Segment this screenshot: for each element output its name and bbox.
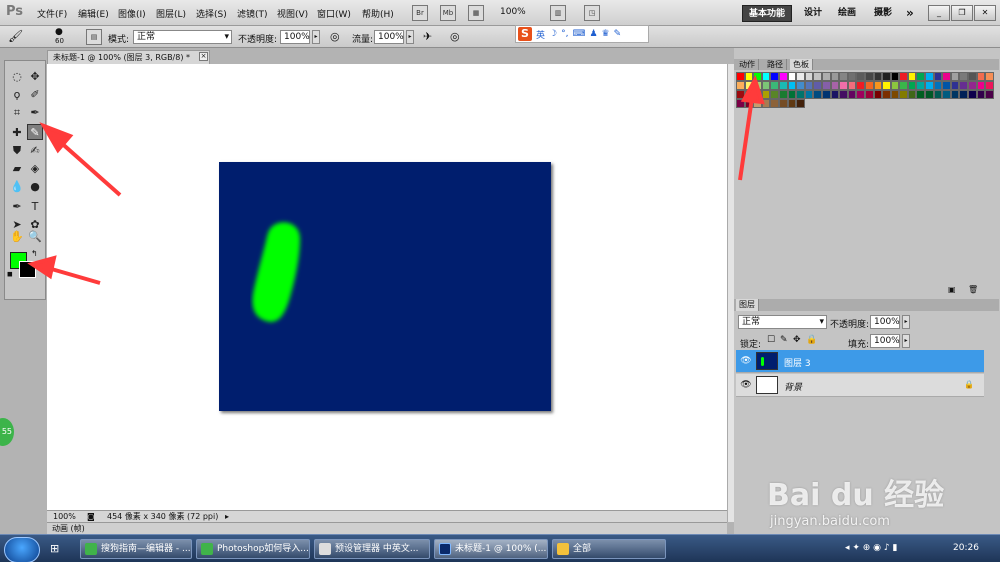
taskbar-label: 未标题-1 @ 100% (... xyxy=(455,544,547,554)
taskbar-item-folder[interactable]: 全部 xyxy=(552,539,666,559)
arrow-to-foreground-color xyxy=(27,255,101,285)
taskbar-label: Photoshop如何导入... xyxy=(217,544,309,554)
taskbar-label: 搜狗指南—编辑器 - ... xyxy=(101,544,191,554)
windows-taskbar: ⊞ 搜狗指南—编辑器 - ... Photoshop如何导入... 预设管理器 … xyxy=(0,534,1000,562)
system-tray-icons[interactable]: ◂ ✦ ⊕ ◉ ♪ ▮ xyxy=(845,543,897,553)
taskbar-item-photoshop-document[interactable]: 未标题-1 @ 100% (... xyxy=(434,539,548,559)
taskbar-item-preset-manager[interactable]: 预设管理器 中英文... xyxy=(314,539,430,559)
arrow-to-brush-tool xyxy=(39,122,122,197)
annotation-arrows xyxy=(27,74,765,285)
taskbar-label: 全部 xyxy=(573,544,592,554)
taskbar-item-editor[interactable]: 搜狗指南—编辑器 - ... xyxy=(80,539,192,559)
taskbar-item-photoshop-guide[interactable]: Photoshop如何导入... xyxy=(196,539,310,559)
show-desktop-icon[interactable]: ⊞ xyxy=(50,542,59,555)
taskbar-clock[interactable]: 20:26 xyxy=(953,543,979,553)
arrow-to-green-swatch xyxy=(738,74,765,181)
start-button[interactable] xyxy=(4,537,40,562)
taskbar-label: 预设管理器 中英文... xyxy=(335,544,419,554)
